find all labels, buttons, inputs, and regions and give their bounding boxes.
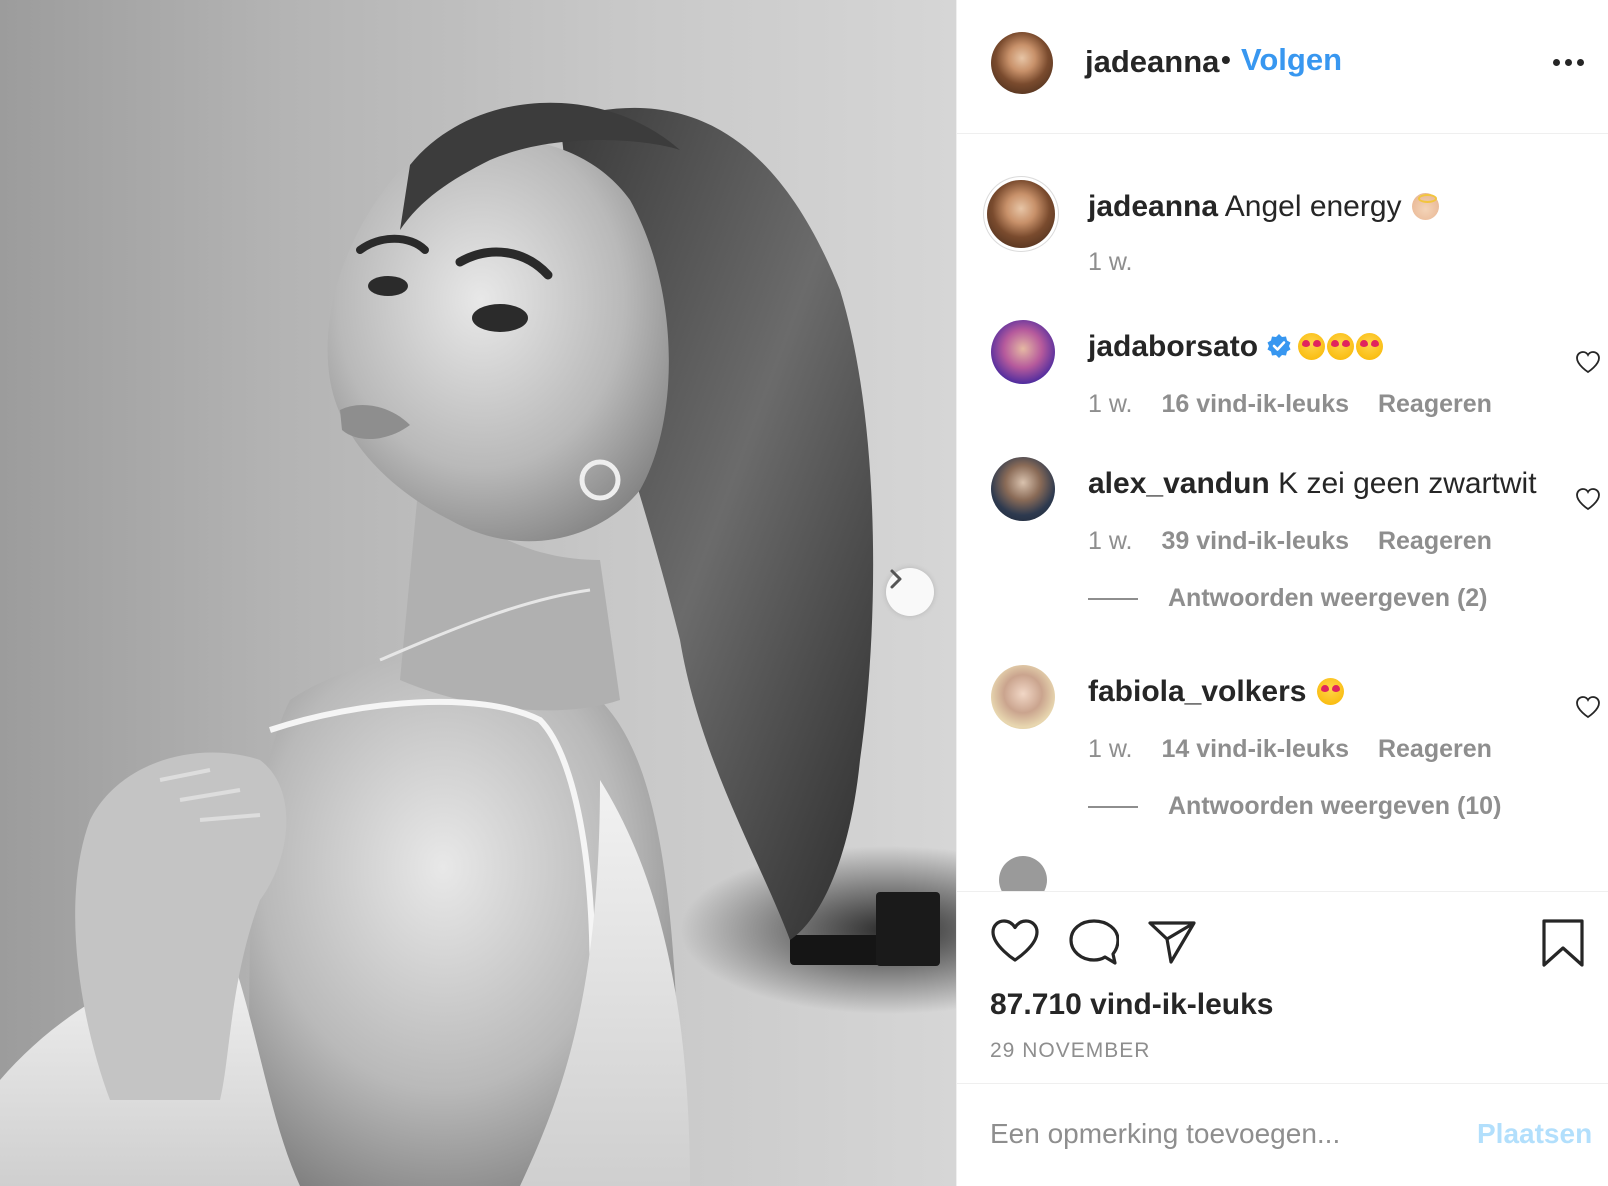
caption-avatar[interactable] [987,180,1055,248]
comment-username[interactable]: fabiola_volkers [1088,675,1306,708]
comment-meta: 1 w. 14 vind-ik-leuks Reageren [1088,735,1514,764]
author-avatar[interactable] [991,32,1053,94]
header-separator: • [1221,44,1231,75]
comment-time[interactable]: 1 w. [1088,390,1132,418]
post-actions: 87.710 vind-ik-leuks 29 NOVEMBER [957,891,1608,1082]
post-header: jadeanna • Volgen [957,0,1608,134]
heart-eyes-emoji [1316,678,1344,705]
heart-icon[interactable] [990,918,1040,964]
comment-like-heart-icon[interactable] [1575,350,1601,374]
chevron-right-icon [890,569,902,589]
angel-emoji [1411,193,1439,220]
comment-input[interactable] [990,1112,1440,1156]
replies-dash [1088,598,1138,601]
reply-button[interactable]: Reageren [1378,735,1492,763]
caption-time[interactable]: 1 w. [1088,248,1132,276]
reply-button[interactable]: Reageren [1378,390,1492,418]
verified-badge-icon [1267,334,1291,358]
caption-text: Angel energy [1224,190,1402,223]
comment-line: fabiola_volkers [1088,675,1344,709]
author-username[interactable]: jadeanna [1085,44,1219,80]
post-photo[interactable] [0,0,956,1186]
commenter-avatar[interactable] [991,320,1055,384]
comment-username[interactable]: jadaborsato [1088,330,1258,363]
more-options-button[interactable] [1553,52,1589,72]
comment-like-heart-icon[interactable] [1575,487,1601,511]
comment-likes[interactable]: 39 vind-ik-leuks [1161,527,1349,555]
comment-username[interactable]: alex_vandun [1088,467,1270,500]
next-comment-avatar-partial [999,856,1047,891]
comment-text: K zei geen zwartwit [1278,467,1537,500]
caption-line: jadeanna Angel energy [1088,190,1439,224]
comment-line: alex_vandun K zei geen zwartwit [1088,467,1537,501]
comment-composer: Plaatsen [957,1083,1608,1186]
comment-meta: 1 w. 39 vind-ik-leuks Reageren [1088,527,1514,556]
comment-line: jadaborsato [1088,330,1384,364]
caption-meta: 1 w. [1088,248,1154,277]
comment-icon[interactable] [1069,918,1119,966]
more-horizontal-icon [1553,58,1584,66]
post-photo-illustration [0,102,940,1186]
comment-likes[interactable]: 16 vind-ik-leuks [1161,390,1349,418]
commenter-avatar[interactable] [991,457,1055,521]
comments-list[interactable]: jadeanna Angel energy 1 w. jadaborsato 1… [957,135,1608,891]
post-side-panel: jadeanna • Volgen jadeanna Angel energy … [956,0,1608,1186]
replies-dash [1088,806,1138,809]
view-replies-label: Antwoorden weergeven (10) [1168,792,1502,820]
commenter-avatar[interactable] [991,665,1055,729]
bookmark-icon[interactable] [1540,918,1586,968]
follow-button[interactable]: Volgen [1241,42,1342,78]
view-replies-button[interactable]: Antwoorden weergeven (10) [1088,792,1501,821]
comment-like-heart-icon[interactable] [1575,695,1601,719]
comment-likes[interactable]: 14 vind-ik-leuks [1161,735,1349,763]
next-photo-button[interactable] [886,568,934,616]
view-replies-label: Antwoorden weergeven (2) [1168,584,1488,612]
likes-count[interactable]: 87.710 vind-ik-leuks [990,988,1273,1022]
paper-plane-icon[interactable] [1147,918,1197,966]
heart-eyes-emoji [1356,333,1384,360]
heart-eyes-emoji [1298,333,1326,360]
heart-eyes-emoji [1327,333,1355,360]
view-replies-button[interactable]: Antwoorden weergeven (2) [1088,584,1488,613]
caption-username[interactable]: jadeanna [1088,190,1218,223]
comment-meta: 1 w. 16 vind-ik-leuks Reageren [1088,390,1514,419]
post-date[interactable]: 29 NOVEMBER [990,1039,1150,1063]
comment-time[interactable]: 1 w. [1088,735,1132,763]
post-comment-button[interactable]: Plaatsen [1477,1118,1592,1150]
comment-time[interactable]: 1 w. [1088,527,1132,555]
reply-button[interactable]: Reageren [1378,527,1492,555]
